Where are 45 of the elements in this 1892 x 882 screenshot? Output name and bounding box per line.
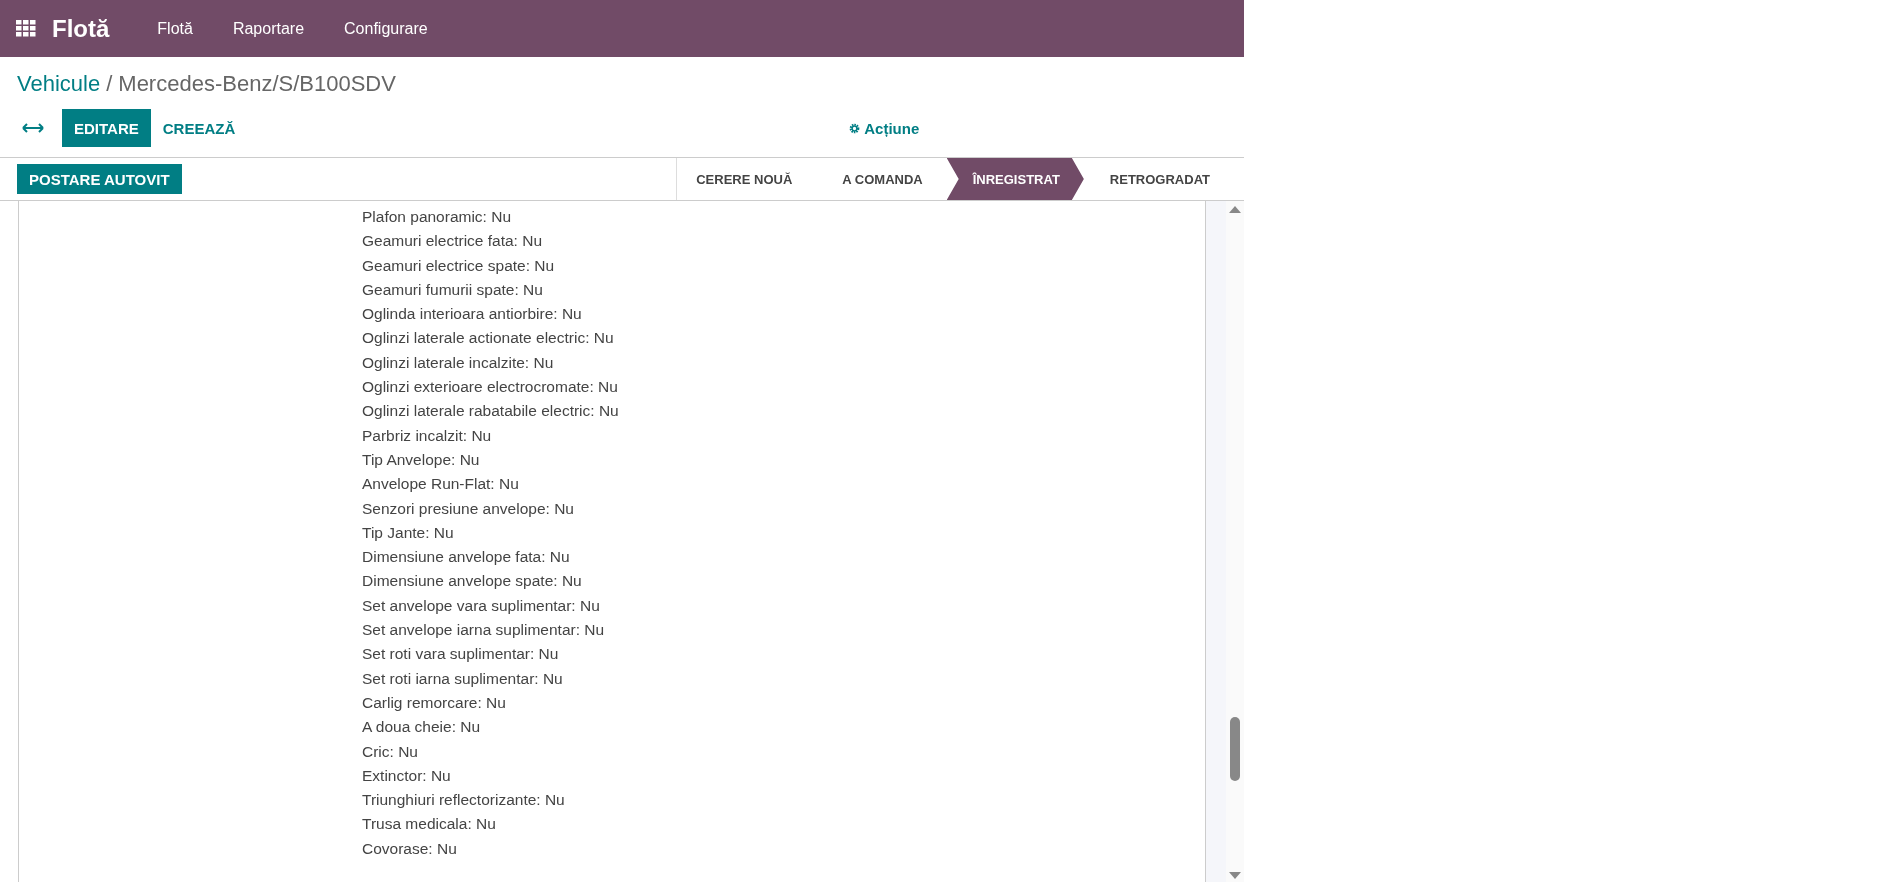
menu-item[interactable]: Raportare	[232, 19, 305, 38]
field-text: Geamuri electrice fata: Nu	[362, 231, 544, 252]
field-text: Oglinzi laterale rabatabile electric: Nu	[362, 401, 620, 422]
breadcrumb-separator: /	[106, 71, 113, 97]
field-text: Senzori presiune anvelope: Nu	[362, 498, 575, 519]
menu-item[interactable]: Flotă	[157, 19, 193, 38]
apps-grid-icon[interactable]	[16, 18, 36, 39]
record-title: Mercedes-Benz/S/B100SDV	[118, 71, 396, 97]
field-text: Carlig remorcare: Nu	[362, 692, 507, 713]
field-text: Set roti vara suplimentar: Nu	[362, 644, 560, 665]
field-text: Triunghiuri reflectorizante: Nu	[362, 790, 566, 811]
field-text: Tip Anvelope: Nu	[362, 449, 481, 470]
field-text: Cric: Nu	[362, 741, 419, 762]
field-text: Plafon panoramic: Nu	[362, 207, 513, 227]
field-text: Tip Jante: Nu	[362, 522, 455, 543]
create-button[interactable]: CREEAZĂ	[150, 109, 248, 147]
field-text: Dimensiune anvelope fata: Nu	[362, 547, 571, 568]
breadcrumb-link[interactable]: Vehicule	[17, 71, 101, 97]
app-title[interactable]: Flotă	[52, 14, 110, 43]
field-text: Oglinzi laterale actionate electric: Nu	[362, 328, 615, 349]
edit-button[interactable]: EDITARE	[62, 109, 151, 147]
expand-arrows-icon[interactable]	[22, 123, 44, 133]
scrollbar-thumb[interactable]	[1230, 717, 1240, 781]
scroll-down-icon[interactable]	[1229, 872, 1241, 880]
menu-item[interactable]: Configurare	[344, 19, 428, 38]
action-menu-button[interactable]: Acțiune	[843, 118, 926, 138]
field-text: A doua cheie: Nu	[362, 717, 482, 738]
field-text: Oglinzi laterale incalzite: Nu	[362, 352, 555, 373]
field-text: Oglinda interioara antiorbire: Nu	[362, 304, 583, 325]
status-stage[interactable]: ÎNREGISTRAT	[946, 158, 1084, 200]
field-text: Trusa medicala: Nu	[362, 814, 497, 835]
field-text: Covorase: Nu	[362, 838, 458, 859]
field-text: Set anvelope vara suplimentar: Nu	[362, 595, 601, 616]
field-text: Set anvelope iarna suplimentar: Nu	[362, 620, 606, 641]
field-text: Parbriz incalzit: Nu	[362, 425, 493, 446]
field-text: Oglinzi exterioare electrocromate: Nu	[362, 377, 619, 398]
field-text: Extinctor: Nu	[362, 765, 452, 786]
field-text: Dimensiune anvelope spate: Nu	[362, 571, 583, 592]
field-text: Geamuri electrice spate: Nu	[362, 255, 556, 276]
field-text: Set roti iarna suplimentar: Nu	[362, 668, 564, 689]
scroll-up-icon[interactable]	[1229, 205, 1241, 213]
field-text: Geamuri fumurii spate: Nu	[362, 279, 544, 300]
field-text: Anvelope Run-Flat: Nu	[362, 474, 520, 495]
post-autovit-button[interactable]: POSTARE AUTOVIT	[17, 164, 182, 194]
gear-icon	[849, 122, 861, 134]
